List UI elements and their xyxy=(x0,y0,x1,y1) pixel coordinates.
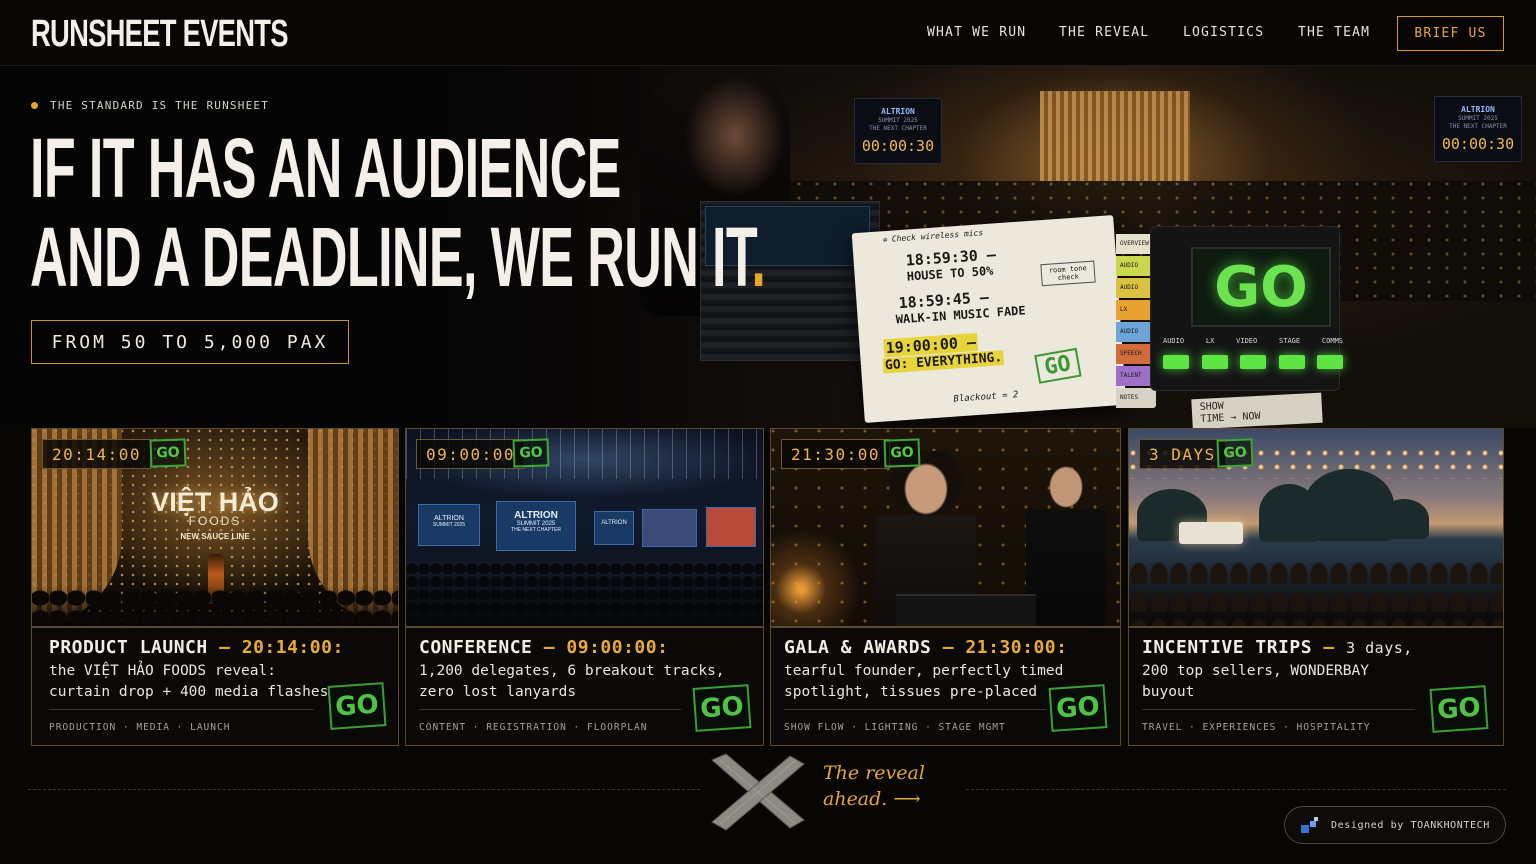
go-panel-lights xyxy=(1163,355,1343,369)
card-tags: TRAVEL · EXPERIENCES · HOSPITALITY xyxy=(1142,722,1371,733)
time-chip: 09:00:00 xyxy=(416,439,526,469)
card-title: INCENTIVE TRIPS — 3 days, xyxy=(1142,637,1413,658)
card-description: tearful founder, perfectly timed spotlig… xyxy=(784,663,1064,700)
countdown-monitor-right: ALTRION SUMMIT 2025 THE NEXT CHAPTER 00:… xyxy=(1434,96,1522,162)
card-description: the VIỆT HẢO FOODS reveal: curtain drop … xyxy=(49,663,329,700)
go-stamp-small: GO xyxy=(883,438,921,468)
dashed-divider-left xyxy=(28,789,700,790)
brief-us-button[interactable]: BRIEF US xyxy=(1397,16,1504,51)
designer-logo-icon xyxy=(1301,817,1319,833)
card-gala-awards[interactable]: 21:30:00 GO GALA & AWARDS — 21:30:00: te… xyxy=(770,428,1121,746)
brand-logo[interactable]: RUNSHEET EVENTS xyxy=(31,13,288,56)
show-time-note: SHOW TIME → NOW xyxy=(1191,392,1323,428)
runsheet-footer-note: Blackout = 2 xyxy=(953,390,1019,405)
go-control-panel: GO AUDIO LX VIDEO STAGE COMMS xyxy=(1150,226,1343,391)
boat-icon xyxy=(1179,522,1243,544)
headline-line-1: IF IT HAS AN AUDIENCE xyxy=(30,121,621,215)
nav-link-the-team[interactable]: THE TEAM xyxy=(1298,25,1370,40)
hero-eyebrow: THE STANDARD IS THE RUNSHEET xyxy=(31,99,269,112)
go-stamp-small: GO xyxy=(512,438,550,468)
dashed-divider-right xyxy=(966,789,1506,790)
go-screen: GO xyxy=(1191,247,1331,327)
nav-link-the-reveal[interactable]: THE REVEAL xyxy=(1059,25,1149,40)
runsheet-binder: ✲ Check wireless mics 18:59:30 — HOUSE T… xyxy=(851,215,1127,423)
pax-range-badge: FROM 50 TO 5,000 PAX xyxy=(31,320,349,364)
runsheet-go-stamp: GO xyxy=(1034,347,1082,384)
countdown-monitor-left: ALTRION SUMMIT 2025 THE NEXT CHAPTER 00:… xyxy=(854,98,942,164)
top-nav: RUNSHEET EVENTS WHAT WE RUN THE REVEAL L… xyxy=(0,0,1536,66)
nav-link-logistics[interactable]: LOGISTICS xyxy=(1183,25,1264,40)
card-title: CONFERENCE — 09:00:00: xyxy=(419,637,669,658)
go-stamp-large: GO xyxy=(692,684,752,732)
go-stamp-small: GO xyxy=(149,438,187,468)
stage-curtain-image xyxy=(1040,91,1190,181)
time-chip: 3 DAYS xyxy=(1139,439,1226,469)
go-stamp-large: GO xyxy=(1429,685,1489,733)
nav-link-what-we-run[interactable]: WHAT WE RUN xyxy=(927,25,1026,40)
card-description: 1,200 delegates, 6 breakout tracks, zero… xyxy=(419,663,725,700)
accent-dot-icon xyxy=(31,102,38,109)
headline-line-2: AND A DEADLINE, WE RUN IT. xyxy=(30,210,766,304)
card-tags: CONTENT · REGISTRATION · FLOORPLAN xyxy=(419,722,648,733)
card-description: 200 top sellers, WONDERBAY buyout xyxy=(1142,663,1369,700)
card-title: PRODUCT LAUNCH — 20:14:00: xyxy=(49,637,344,658)
go-stamp-large: GO xyxy=(1048,684,1108,732)
runsheet-tab: NOTES xyxy=(1116,388,1156,408)
card-title: GALA & AWARDS — 21:30:00: xyxy=(784,637,1068,658)
card-product-launch[interactable]: VIỆT HẢO FOODS NEW SAUCE LINE 20:14:00 G… xyxy=(31,428,399,746)
runsheet-note-top: ✲ Check wireless mics xyxy=(881,228,984,245)
designer-credit[interactable]: Designed by TOANKHONTECH xyxy=(1284,806,1506,844)
go-stamp-small: GO xyxy=(1216,438,1254,468)
card-tags: PRODUCTION · MEDIA · LAUNCH xyxy=(49,722,231,733)
runsheet-sticky-note: room tone check xyxy=(1040,260,1096,287)
reveal-ahead-note[interactable]: The reveal ahead. ⟶ xyxy=(823,760,925,812)
card-incentive-trips[interactable]: 3 DAYS GO INCENTIVE TRIPS — 3 days, 200 … xyxy=(1128,428,1504,746)
card-tags: SHOW FLOW · LIGHTING · STAGE MGMT xyxy=(784,722,1006,733)
go-stamp-large: GO xyxy=(327,682,387,730)
hero-headline: IF IT HAS AN AUDIENCE AND A DEADLINE, WE… xyxy=(30,121,766,304)
tape-x-icon xyxy=(711,753,805,831)
card-conference[interactable]: ALTRION SUMMIT 2025 ALTRION SUMMIT 2025 … xyxy=(405,428,764,746)
time-chip: 20:14:00 xyxy=(42,439,152,469)
go-panel-labels: AUDIO LX VIDEO STAGE COMMS xyxy=(1163,337,1343,345)
time-chip: 21:30:00 xyxy=(781,439,891,469)
